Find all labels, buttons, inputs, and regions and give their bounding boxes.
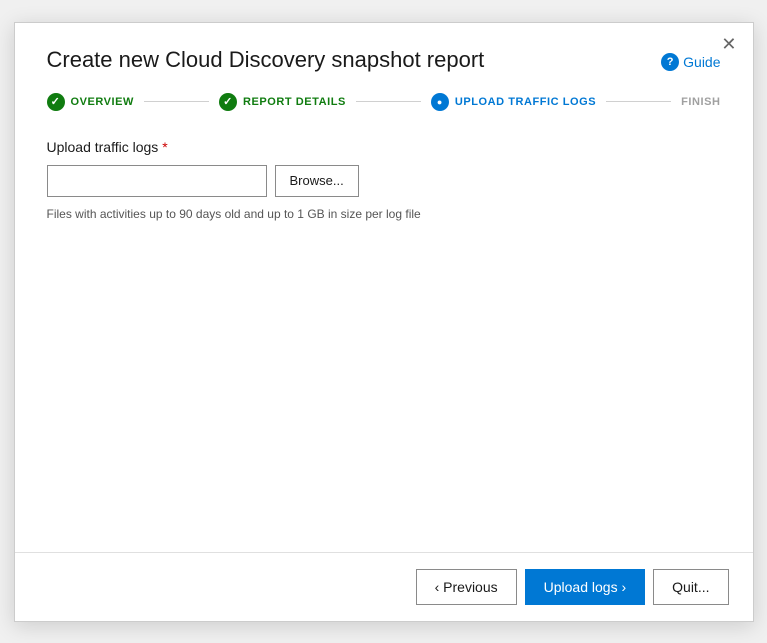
step-report-details: ✓ REPORT DETAILS — [219, 93, 346, 111]
dialog: ✕ Create new Cloud Discovery snapshot re… — [14, 22, 754, 622]
file-hint: Files with activities up to 90 days old … — [47, 207, 721, 221]
browse-button[interactable]: Browse... — [275, 165, 359, 197]
previous-button[interactable]: ‹ Previous — [416, 569, 517, 605]
step-report-details-icon: ✓ — [219, 93, 237, 111]
step-finish: FINISH — [681, 96, 720, 108]
dialog-footer: ‹ Previous Upload logs › Quit... — [15, 552, 753, 621]
step-finish-label: FINISH — [681, 96, 720, 108]
step-upload-icon: ● — [431, 93, 449, 111]
dialog-body: Upload traffic logs * Browse... Files wi… — [15, 111, 753, 552]
close-button[interactable]: ✕ — [721, 35, 736, 53]
step-line-3 — [606, 101, 671, 102]
step-report-details-label: REPORT DETAILS — [243, 96, 346, 108]
file-path-input[interactable] — [47, 165, 267, 197]
guide-label: Guide — [683, 54, 720, 70]
page-title: Create new Cloud Discovery snapshot repo… — [47, 47, 485, 73]
step-overview-icon: ✓ — [47, 93, 65, 111]
step-overview: ✓ OVERVIEW — [47, 93, 135, 111]
question-icon: ? — [661, 53, 679, 71]
stepper: ✓ OVERVIEW ✓ REPORT DETAILS ● UPLOAD TRA… — [15, 73, 753, 111]
step-line-2 — [356, 101, 421, 102]
step-overview-label: OVERVIEW — [71, 96, 135, 108]
step-upload-traffic-logs: ● UPLOAD TRAFFIC LOGS — [431, 93, 596, 111]
upload-logs-button[interactable]: Upload logs › — [525, 569, 646, 605]
quit-button[interactable]: Quit... — [653, 569, 728, 605]
guide-link[interactable]: ? Guide — [661, 53, 720, 71]
step-line-1 — [144, 101, 209, 102]
upload-field-label: Upload traffic logs * — [47, 139, 721, 155]
dialog-header: Create new Cloud Discovery snapshot repo… — [15, 23, 753, 73]
step-upload-label: UPLOAD TRAFFIC LOGS — [455, 96, 596, 108]
file-input-row: Browse... — [47, 165, 721, 197]
